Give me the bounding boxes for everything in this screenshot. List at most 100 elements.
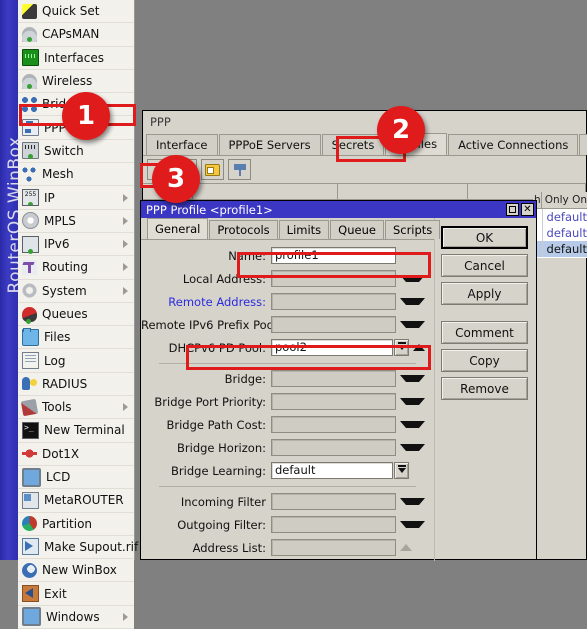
tab-pppoe-servers[interactable]: PPPoE Servers (218, 134, 321, 155)
chevron-down-icon[interactable] (400, 375, 425, 382)
dialog-button-column[interactable]: OK Cancel Apply Comment Copy Remove (434, 218, 536, 561)
antenna-icon (22, 73, 37, 89)
sidebar-item-label: Windows (46, 609, 100, 624)
form-row: Remote IPv6 Prefix Pool: (141, 314, 434, 335)
sidebar-item-ipv6[interactable]: IPv6 (18, 232, 134, 257)
bridge-port-priority-input[interactable] (271, 393, 396, 410)
dialog-tab-limits[interactable]: Limits (278, 220, 330, 239)
sidebar-item-label: Switch (44, 143, 84, 158)
field-label: Incoming Filter (180, 494, 266, 509)
cancel-button[interactable]: Cancel (441, 254, 528, 277)
chevron-up-icon[interactable] (400, 544, 412, 551)
dialog-tab-protocols[interactable]: Protocols (209, 220, 278, 239)
copy-button[interactable]: Copy (441, 349, 528, 372)
sidebar-item-label: Files (44, 330, 71, 345)
incoming-filter-input[interactable] (271, 493, 396, 510)
sidebar-item-lcd[interactable]: LCD (18, 465, 134, 490)
apply-button[interactable]: Apply (441, 282, 528, 305)
chevron-right-icon (123, 403, 128, 412)
sidebar-item-queues[interactable]: Queues (18, 302, 134, 327)
remove-button[interactable]: Remove (441, 377, 528, 400)
sidebar-item-label: Log (44, 353, 66, 368)
sidebar-item-label: Make Supout.rif (44, 539, 139, 554)
tab-interface[interactable]: Interface (146, 134, 218, 155)
chevron-down-icon[interactable] (400, 421, 425, 428)
sidebar-item-exit[interactable]: Exit (18, 582, 134, 606)
exit-icon (22, 585, 39, 603)
sidebar-item-quick-set[interactable]: Quick Set (18, 0, 134, 24)
table-row[interactable]: default (533, 225, 587, 241)
sidebar-item-interfaces[interactable]: Interfaces (18, 46, 134, 70)
ok-button[interactable]: OK (441, 226, 528, 249)
filter-button[interactable] (228, 159, 251, 180)
sidebar-item-partition[interactable]: Partition (18, 512, 134, 536)
annotation-badge-3: 3 (152, 155, 200, 203)
form-row: Bridge Learning: default (141, 460, 434, 481)
sidebar-item-mesh[interactable]: Mesh (18, 163, 134, 187)
chevron-down-icon[interactable] (400, 398, 425, 405)
profile-name: default (546, 210, 587, 224)
log-icon (22, 352, 39, 370)
chevron-right-icon (123, 263, 128, 272)
profiles-list-sliver[interactable]: hi... Only On default default default (533, 192, 587, 258)
bridge-input[interactable] (271, 370, 396, 387)
sidebar-item-windows[interactable]: Windows (18, 605, 134, 629)
field-label: Remote IPv6 Prefix Pool: (141, 317, 281, 332)
sidebar-item-switch[interactable]: Switch (18, 139, 134, 164)
maximize-icon[interactable] (506, 203, 519, 216)
comment-button[interactable] (201, 159, 224, 180)
sidebar-item-files[interactable]: Files (18, 326, 134, 350)
sidebar-item-system[interactable]: System (18, 279, 134, 303)
remote-ipv6-prefix-pool-input[interactable] (271, 316, 396, 333)
tab-active-connections[interactable]: Active Connections (448, 134, 579, 155)
sidebar-item-label: Dot1X (42, 446, 80, 461)
dialog-tab-queue[interactable]: Queue (330, 220, 384, 239)
sidebar-item-tools[interactable]: Tools (18, 396, 134, 420)
queues-icon (22, 306, 37, 324)
winbox-icon (22, 562, 37, 578)
address-list-input[interactable] (271, 539, 396, 556)
dialog-tab-general[interactable]: General (147, 218, 209, 239)
bridge-learning-input[interactable]: default (271, 462, 393, 479)
dialog-tab-scripts[interactable]: Scripts (384, 220, 441, 239)
sidebar-item-ip[interactable]: 255 IP (18, 186, 134, 210)
chevron-down-icon[interactable] (400, 521, 425, 528)
sidebar-item-metarouter[interactable]: MetaROUTER (18, 489, 134, 513)
sidebar-item-capsman[interactable]: CAPsMAN (18, 23, 134, 47)
form-row: Address List: (141, 537, 434, 558)
tab-l2tp-secrets[interactable]: L2TP Secrets (579, 134, 587, 155)
chevron-right-icon (123, 216, 128, 225)
table-row[interactable]: default (533, 241, 587, 257)
outgoing-filter-input[interactable] (271, 516, 396, 533)
sidebar-item-log[interactable]: Log (18, 349, 134, 373)
close-icon[interactable]: ✕ (521, 203, 534, 216)
sidebar-item-radius[interactable]: RADIUS (18, 372, 134, 397)
chevron-right-icon (123, 240, 128, 249)
dialog-form: Name: profile1 Local Address: Remote Addres… (141, 240, 434, 558)
bridge-horizon-input[interactable] (271, 439, 396, 456)
sidebar-item-new-terminal[interactable]: New Terminal (18, 419, 134, 443)
chevron-down-icon[interactable] (400, 298, 425, 305)
dropdown-spinner-button[interactable] (394, 462, 409, 479)
sidebar-item-wireless[interactable]: Wireless (18, 69, 134, 94)
sidebar-item-routing[interactable]: Routing (18, 256, 134, 280)
comment-button[interactable]: Comment (441, 321, 528, 344)
bridge-path-cost-input[interactable] (271, 416, 396, 433)
table-row[interactable]: default (533, 209, 587, 225)
lcd-icon (22, 467, 41, 487)
form-divider (159, 486, 416, 487)
main-menu-panel[interactable]: Quick Set CAPsMAN Interfaces Wireless Bridge… (18, 0, 138, 629)
dialog-tabbar[interactable]: General Protocols Limits Queue Scripts (141, 218, 441, 240)
antenna-icon (22, 26, 37, 42)
chevron-down-icon[interactable] (400, 321, 425, 328)
sidebar-item-mpls[interactable]: MPLS (18, 209, 134, 233)
sidebar-item-label: IPv6 (44, 237, 70, 252)
chevron-down-icon[interactable] (400, 498, 425, 505)
remote-address-input[interactable] (271, 293, 396, 310)
chevron-right-icon (123, 286, 128, 295)
sidebar-item-new-winbox[interactable]: New WinBox (18, 559, 134, 583)
dialog-title: PPP Profile <profile1> (146, 202, 273, 217)
chevron-down-icon[interactable] (400, 444, 425, 451)
sidebar-item-dot1x[interactable]: Dot1X (18, 442, 134, 466)
sidebar-item-make-supout-rif[interactable]: Make Supout.rif (18, 535, 138, 560)
